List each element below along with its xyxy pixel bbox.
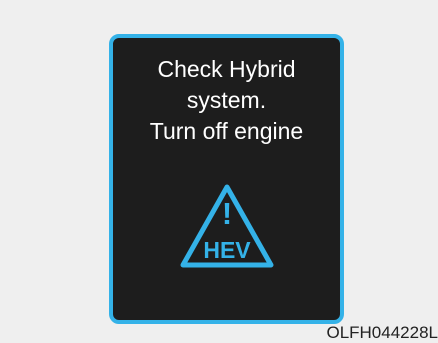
hev-label: HEV <box>203 237 251 263</box>
warning-display: Check Hybrid system. Turn off engine ! H… <box>109 34 344 324</box>
hev-warning-icon: ! HEV <box>180 184 274 268</box>
warning-message: Check Hybrid system. Turn off engine <box>113 54 340 147</box>
figure-code: OLFH044228L <box>326 323 438 342</box>
message-line-3: Turn off engine <box>149 118 304 144</box>
warning-exclamation: ! <box>222 196 232 231</box>
message-line-2: system. <box>186 87 267 113</box>
message-line-1: Check Hybrid <box>157 56 296 82</box>
